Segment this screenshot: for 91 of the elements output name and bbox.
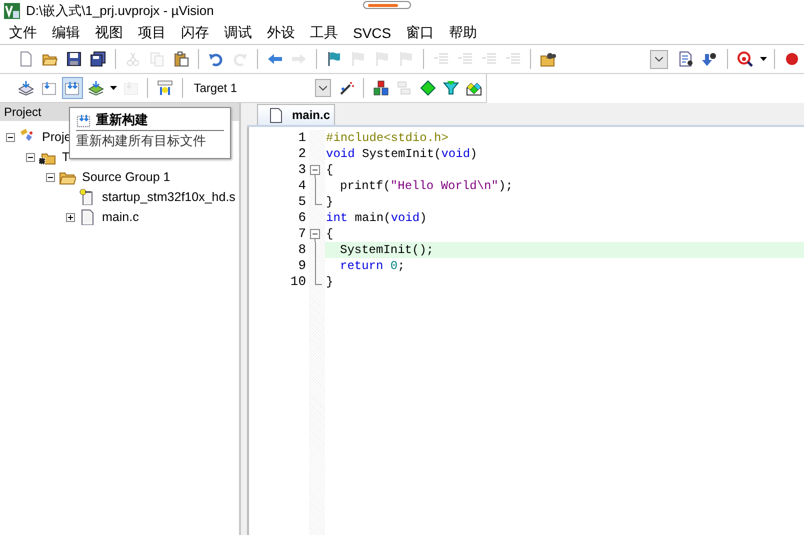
rebuild-button[interactable] [62,77,84,99]
panel-title: Project [4,105,42,119]
line-number: 1 [297,130,307,146]
document-binoculars-icon [678,51,694,67]
undo-icon [208,51,224,67]
line-number: 9 [297,258,307,274]
new-page-icon [18,51,34,67]
funnel-icon [443,80,460,96]
menu-item[interactable]: 闪存 [175,22,217,44]
disks-icon [90,51,106,67]
menu-item[interactable]: 工具 [304,22,346,44]
code-line: } [325,274,334,290]
breakpoint-icon [784,51,800,67]
flag-icon [326,51,342,67]
window-title: D:\嵌入式\1_prj.uvprojx - µVision [26,2,214,20]
clipboard-icon [173,51,189,67]
folder-icon [59,172,76,184]
pack-icon [396,80,412,96]
left-arrow-icon [267,51,283,67]
menu-item[interactable]: 编辑 [46,22,88,44]
rebuild-icon [76,112,91,128]
tree-item[interactable]: main.c [102,210,139,224]
fold-end-line [315,274,322,285]
code-line: #include<stdio.h> [325,130,450,146]
folder-icon [39,154,56,164]
menu-item[interactable]: 视图 [89,22,131,44]
tree-item[interactable]: T [62,150,70,164]
menu-item[interactable]: 帮助 [443,22,486,44]
flag-icon [374,51,390,67]
file-icon [270,108,282,122]
diamond-icon [420,80,436,96]
expand-icon[interactable] [66,212,75,222]
code-line: } [325,194,334,210]
collapse-icon[interactable] [6,132,15,142]
tooltip-description: 重新构建所有目标文件 [76,132,207,150]
app-icon [4,3,20,19]
menu-item[interactable]: 项目 [132,22,174,44]
menu-item[interactable]: 文件 [3,22,45,44]
line-number: 3 [297,162,307,178]
menu-item[interactable]: 调试 [218,22,260,44]
file-tab[interactable]: main.c [257,104,335,125]
tree-item[interactable]: Source Group 1 [82,170,170,184]
pages-icon [149,51,165,67]
menu-item[interactable]: 外设 [261,22,303,44]
chevron-icon [655,56,663,62]
dropdown-button[interactable] [650,50,668,68]
wand-icon [338,80,355,96]
line-number: 6 [297,210,307,226]
stop-build-icon [122,80,139,96]
target-select[interactable]: Target 1 [190,79,332,97]
fold-line [315,178,316,194]
arrow-binoculars-icon [702,51,718,67]
blocks-icon [373,80,390,96]
stack-arrow-icon [18,80,34,96]
scissors-icon [125,51,141,67]
folder-binoculars-icon [540,51,556,67]
code-line: { [325,226,334,242]
code-line: void SystemInit(void) [325,146,478,162]
code-line: return 0; [339,258,406,274]
chevron-icon [319,86,328,90]
fold-end-line [315,194,322,205]
flag-icon [398,51,414,67]
diamonds-icon [466,80,482,96]
project-icon [20,129,32,141]
tree-item[interactable]: startup_stm32f10x_hd.s [102,190,236,204]
tooltip-title: 重新构建 [96,111,148,129]
target-select-value: Target 1 [194,81,238,95]
line-number: 5 [297,194,307,210]
collapse-icon[interactable] [46,172,55,182]
line-number: 10 [289,274,307,290]
line-number: 2 [297,146,307,162]
flag-icon [350,51,366,67]
code-line: int main(void) [325,210,428,226]
line-number: 8 [297,242,307,258]
menu-item[interactable]: SVCS [347,23,400,43]
menu-item[interactable]: 窗口 [400,22,442,44]
redo-icon [232,51,248,67]
code-line: { [325,162,334,178]
line-number: 7 [297,226,307,242]
line-number: 4 [297,178,307,194]
magnifier-icon [737,51,753,67]
rebuild-icon [64,80,80,96]
right-arrow-icon [291,51,307,67]
title-handle-drawing [363,1,411,9]
code-line: printf("Hello World\n"); [339,178,514,194]
file-icon [80,189,92,205]
collapse-icon[interactable] [26,152,35,162]
batch-build-icon [88,80,104,96]
dropdown-button[interactable] [315,79,332,97]
download-icon [157,80,174,96]
file-icon [82,210,94,225]
